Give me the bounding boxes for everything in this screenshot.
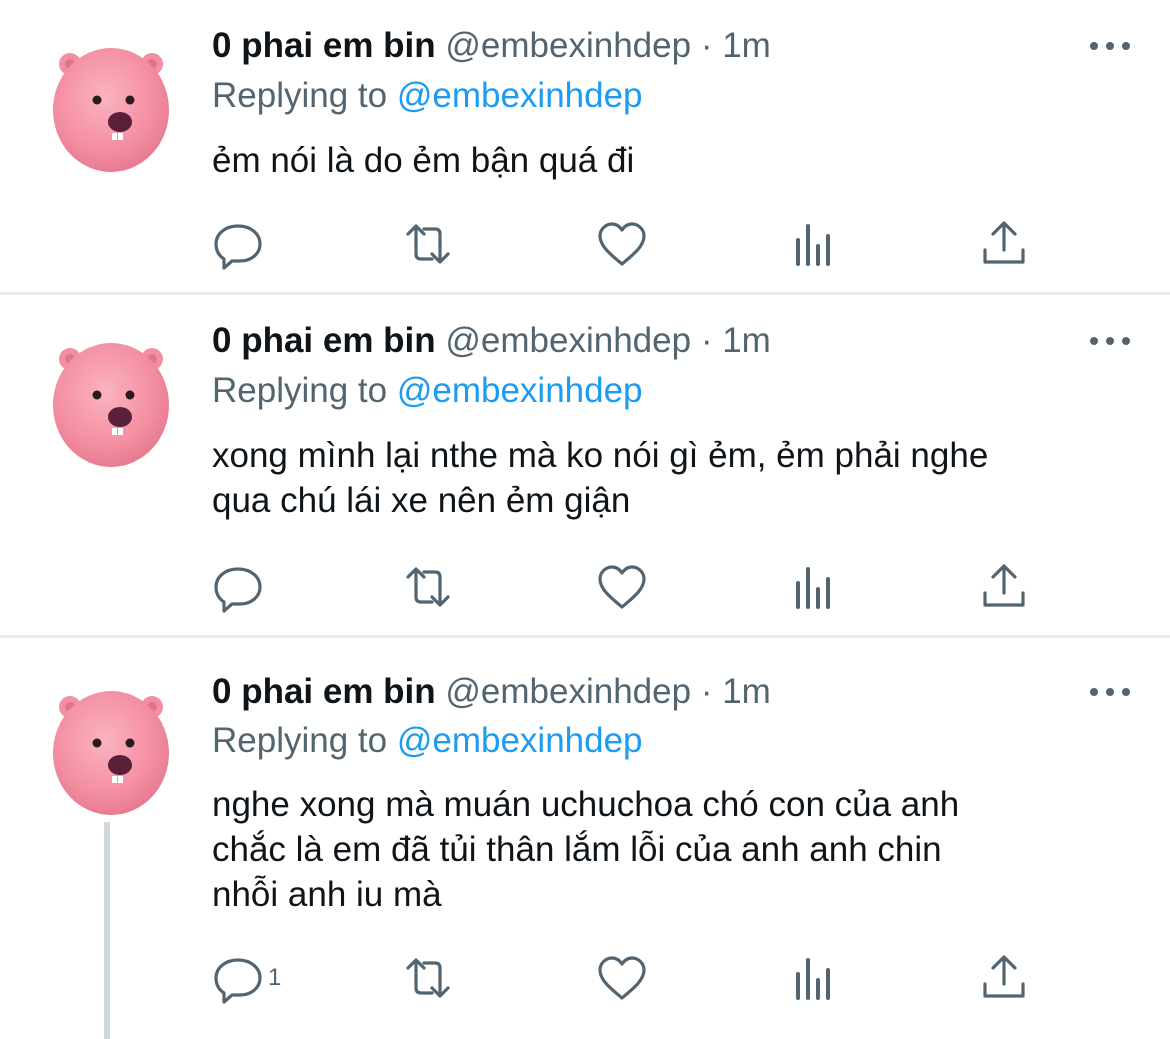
heart-icon [598,565,646,609]
user-handle[interactable]: @embexinhdep [445,321,691,360]
tweet-header: 0 phai em bin @embexinhdep · 1m [212,24,771,68]
replying-label: Replying to [212,371,388,410]
replying-label: Replying to [212,721,388,760]
thread-line [104,822,110,1039]
separator-dot: · [700,321,713,360]
views-button[interactable] [788,950,840,1006]
replying-handle-link[interactable]: @embexinhdep [397,76,643,115]
more-icon-dot [1106,42,1114,50]
reply-count: 1 [268,964,282,991]
tweet-text: ẻm nói là do ẻm bận quá đi [212,141,635,180]
retweet-button[interactable] [402,216,454,272]
share-button[interactable] [978,216,1030,272]
user-handle[interactable]: @embexinhdep [445,26,691,65]
more-button[interactable] [1090,36,1130,56]
beaver-avatar-icon [53,343,169,467]
action-bar [212,216,1062,272]
retweet-button[interactable] [402,559,454,615]
reply-button[interactable]: 1 [212,950,281,1006]
replying-label: Replying to [212,76,388,115]
views-button[interactable] [788,216,840,272]
more-icon-dot [1106,337,1114,345]
reply-icon [214,567,262,613]
timestamp[interactable]: 1m [722,321,771,360]
replying-to: Replying to @embexinhdep [212,719,643,763]
display-name[interactable]: 0 phai em bin [212,321,436,360]
tweet-header: 0 phai em bin @embexinhdep · 1m [212,319,771,363]
display-name[interactable]: 0 phai em bin [212,672,436,711]
beaver-avatar-icon [53,691,169,815]
share-button[interactable] [978,950,1030,1006]
avatar[interactable] [50,683,172,818]
share-icon [983,564,1025,607]
views-button[interactable] [788,559,840,615]
like-button[interactable] [596,559,648,615]
avatar[interactable] [50,335,172,470]
tweet-text: xong mình lại nthe mà ko nói gì ẻm, ẻm p… [212,436,989,520]
retweet-icon [406,567,450,607]
share-button[interactable] [978,559,1030,615]
more-button[interactable] [1090,331,1130,351]
share-icon [983,955,1025,998]
action-bar [212,559,1062,615]
tweet[interactable]: 0 phai em bin @embexinhdep · 1m Replying… [0,295,1170,636]
beaver-avatar-icon [53,48,169,172]
more-icon-dot [1106,688,1114,696]
retweet-button[interactable] [402,950,454,1006]
retweet-icon [406,224,450,264]
analytics-icon [796,567,830,609]
more-icon [1090,688,1098,696]
analytics-icon [796,224,830,266]
replying-handle-link[interactable]: @embexinhdep [397,721,643,760]
share-icon [983,221,1025,264]
retweet-icon [406,958,450,998]
heart-icon [598,222,646,266]
replying-handle-link[interactable]: @embexinhdep [397,371,643,410]
avatar[interactable] [50,40,172,175]
more-icon-dot [1122,42,1130,50]
separator-dot: · [700,672,713,711]
tweet[interactable]: 0 phai em bin @embexinhdep · 1m Replying… [0,638,1170,1039]
reply-button[interactable] [212,216,264,272]
reply-button[interactable] [212,559,264,615]
more-icon [1090,42,1098,50]
more-icon [1090,337,1098,345]
more-button[interactable] [1090,682,1130,702]
tweet[interactable]: 0 phai em bin @embexinhdep · 1m Replying… [0,0,1170,293]
timestamp[interactable]: 1m [722,26,771,65]
tweet-header: 0 phai em bin @embexinhdep · 1m [212,670,771,714]
timestamp[interactable]: 1m [722,672,771,711]
tweet-text: nghe xong mà muán uchuchoa chó con của a… [212,785,960,914]
action-bar: 1 [212,950,1062,1006]
separator-dot: · [700,26,713,65]
like-button[interactable] [596,216,648,272]
user-handle[interactable]: @embexinhdep [445,672,691,711]
replying-to: Replying to @embexinhdep [212,74,643,118]
reply-icon [214,224,262,270]
replying-to: Replying to @embexinhdep [212,369,643,413]
display-name[interactable]: 0 phai em bin [212,26,436,65]
more-icon-dot [1122,688,1130,696]
more-icon-dot [1122,337,1130,345]
analytics-icon [796,958,830,1000]
heart-icon [598,956,646,1000]
like-button[interactable] [596,950,648,1006]
reply-icon [214,958,262,1004]
